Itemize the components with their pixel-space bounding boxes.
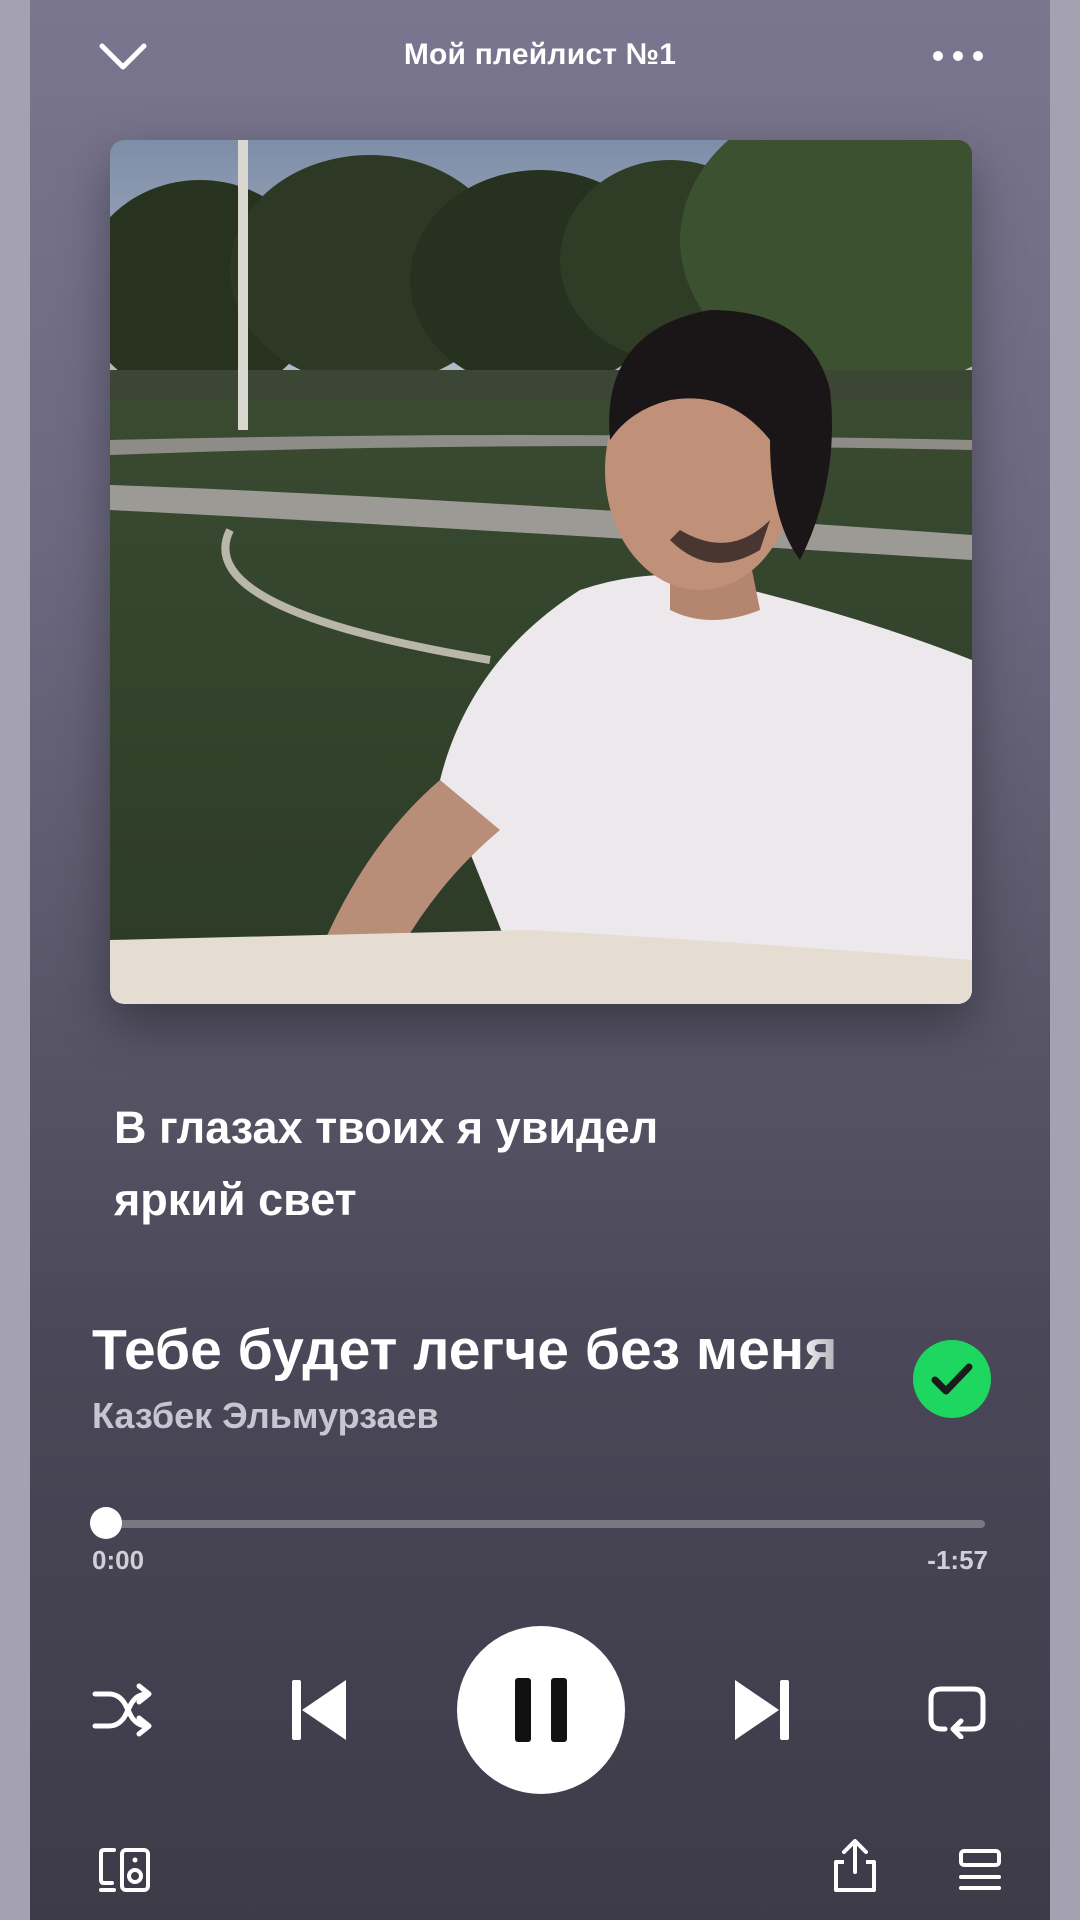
lyrics-line: В глазах твоих я увидел — [114, 1102, 659, 1153]
album-art — [110, 140, 972, 1004]
shuffle-icon[interactable] — [88, 1675, 158, 1745]
left-backdrop — [0, 0, 30, 1920]
queue-icon[interactable] — [952, 1840, 1008, 1900]
elapsed-time: 0:00 — [92, 1545, 145, 1575]
skip-next-icon[interactable] — [728, 1675, 798, 1745]
lyrics-panel[interactable]: В глазах твоих я увидел яркий свет — [114, 1092, 874, 1236]
repeat-icon[interactable] — [922, 1675, 992, 1745]
lyrics-line: яркий свет — [114, 1174, 357, 1225]
progress-handle[interactable] — [90, 1507, 122, 1539]
right-backdrop — [1050, 0, 1080, 1920]
check-icon — [931, 1363, 973, 1395]
now-playing-screen: Мой плейлист №1 В глазах твоих я увидел … — [30, 0, 1050, 1920]
liked-button[interactable] — [913, 1340, 991, 1418]
more-options-icon[interactable] — [928, 38, 988, 74]
track-title[interactable]: Тебе будет легче без меня — [92, 1315, 892, 1385]
progress-track — [90, 1520, 985, 1528]
progress-bar[interactable] — [90, 1507, 985, 1550]
track-info: Тебе будет легче без меня Казбек Эльмурз… — [92, 1315, 922, 1437]
header: Мой плейлист №1 — [30, 0, 1050, 115]
pause-button[interactable] — [457, 1626, 625, 1794]
playlist-title: Мой плейлист №1 — [403, 38, 677, 71]
share-icon[interactable] — [825, 1835, 885, 1897]
connect-device-icon[interactable] — [96, 1840, 156, 1900]
skip-previous-icon[interactable] — [283, 1675, 353, 1745]
playback-controls — [30, 1620, 1050, 1800]
remaining-time: -1:57 — [927, 1545, 988, 1575]
pause-icon — [515, 1678, 567, 1742]
track-artist[interactable]: Казбек Эльмурзаев — [92, 1395, 922, 1437]
